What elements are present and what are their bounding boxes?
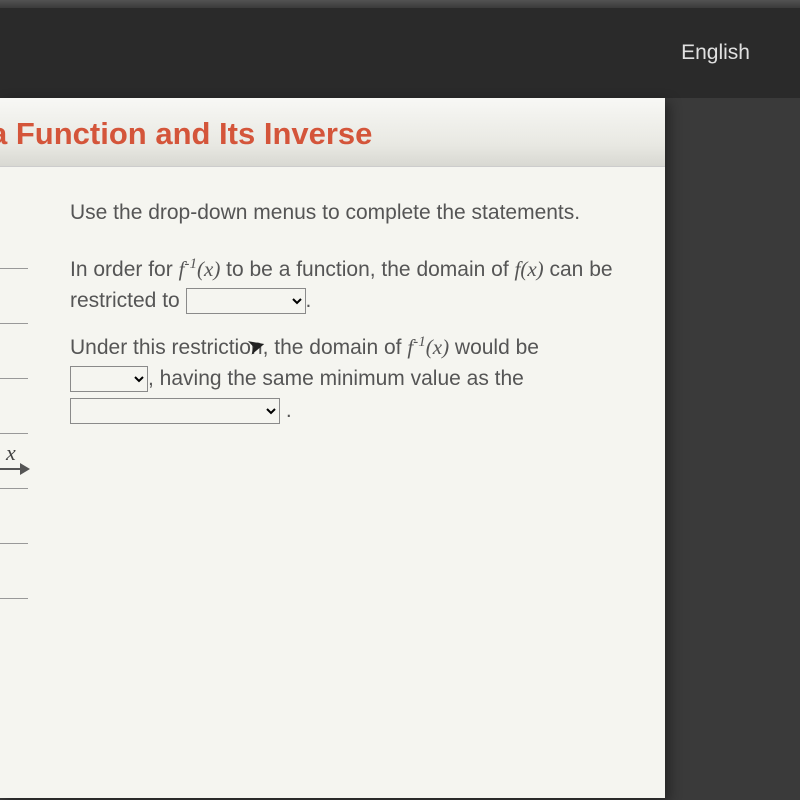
body-area: Use the drop-down menus to complete the … bbox=[0, 167, 665, 470]
top-bar: English bbox=[0, 8, 800, 98]
header-band: a Function and Its Inverse bbox=[0, 98, 665, 167]
dropdown-domain-restriction[interactable] bbox=[186, 288, 306, 314]
content-panel: a Function and Its Inverse x Use the dro… bbox=[0, 98, 665, 798]
f-inverse-2: f-1(x) bbox=[407, 335, 449, 359]
instruction-text: Use the drop-down menus to complete the … bbox=[70, 197, 635, 229]
statement-2: Under this restriction, the domain of f-… bbox=[70, 331, 635, 427]
statement-1: In order for f-1(x) to be a function, th… bbox=[70, 253, 635, 317]
f-inverse: f-1(x) bbox=[179, 257, 221, 281]
f-of-x: f(x) bbox=[515, 257, 544, 281]
language-label[interactable]: English bbox=[681, 41, 750, 65]
page-title: a Function and Its Inverse bbox=[0, 116, 665, 152]
dropdown-domain-value[interactable] bbox=[70, 366, 148, 392]
dropdown-minimum-comparison[interactable] bbox=[70, 398, 280, 424]
